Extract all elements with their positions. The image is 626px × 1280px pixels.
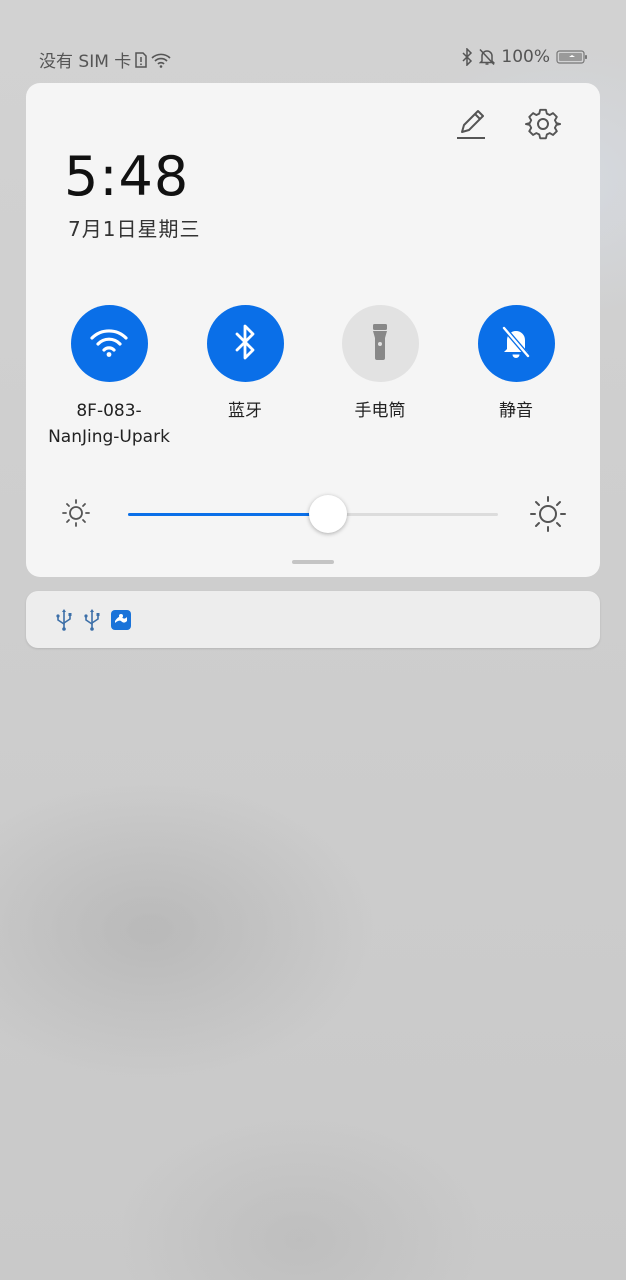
wifi-toggle-button[interactable] [70, 305, 148, 382]
tile-bluetooth: 蓝牙 [175, 305, 315, 424]
brightness-control [26, 495, 600, 535]
status-left: 没有 SIM 卡 [39, 47, 171, 72]
mute-toggle-button[interactable] [477, 305, 555, 382]
mute-icon [500, 325, 532, 363]
brightness-slider[interactable] [128, 495, 498, 533]
wifi-label-line2: NanJing-Upark [48, 427, 170, 447]
tile-flashlight: 手电筒 [310, 305, 450, 424]
battery-icon [556, 49, 588, 65]
battery-percent: 100% [501, 47, 550, 67]
status-right: 100% [461, 47, 588, 67]
wifi-label-line1: 8F-083- [76, 401, 142, 421]
panel-drag-handle[interactable] [292, 560, 334, 564]
usb-icon [82, 608, 102, 632]
notification-bar[interactable] [26, 591, 600, 648]
edit-button[interactable] [452, 107, 490, 145]
settings-button[interactable] [524, 107, 562, 145]
flashlight-toggle-button[interactable] [341, 305, 419, 382]
sim-icon [135, 51, 148, 68]
carrier-text: 没有 SIM 卡 [39, 52, 132, 72]
brightness-low-icon [61, 498, 91, 532]
bluetooth-toggle-button[interactable] [206, 305, 284, 382]
panel-actions [452, 107, 562, 145]
wifi-label: 8F-083- NanJing-Upark [39, 398, 179, 450]
mute-label: 静音 [499, 401, 533, 421]
bluetooth-icon [461, 48, 473, 66]
flashlight-icon [370, 322, 390, 366]
flashlight-label: 手电筒 [354, 401, 406, 421]
usb-icon [54, 608, 74, 632]
bluetooth-label: 蓝牙 [228, 401, 262, 421]
brightness-slider-thumb[interactable] [308, 495, 347, 533]
wifi-icon [151, 52, 171, 68]
edit-icon [453, 106, 489, 146]
wifi-icon [89, 326, 129, 362]
brightness-high-icon [529, 495, 567, 537]
clock-time: 5:48 [64, 145, 190, 208]
app-icon [110, 609, 132, 631]
control-center-panel: 5:48 7月1日星期三 8F-083- NanJing-Upark 蓝牙 手电… [26, 83, 600, 577]
mute-icon [479, 48, 496, 66]
settings-icon [525, 106, 562, 146]
clock-date: 7月1日星期三 [68, 217, 201, 241]
bluetooth-icon [233, 324, 257, 364]
brightness-slider-fill [128, 513, 328, 516]
tile-wifi: 8F-083- NanJing-Upark [39, 305, 179, 450]
tile-mute: 静音 [446, 305, 586, 424]
